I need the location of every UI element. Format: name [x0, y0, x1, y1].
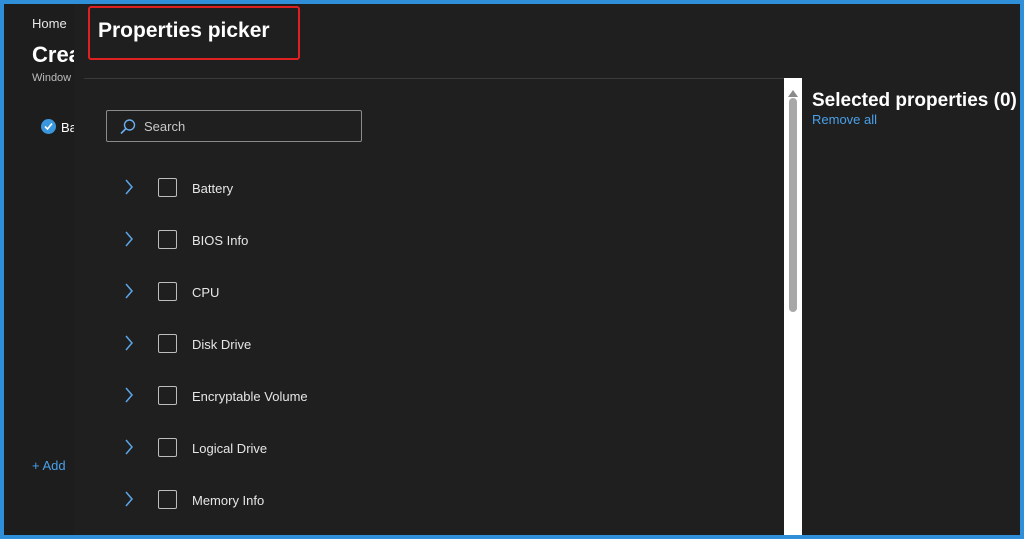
list-item-label: Battery	[192, 181, 234, 196]
checkbox[interactable]	[158, 178, 177, 197]
chevron-right-icon[interactable]	[124, 231, 134, 252]
selected-properties-title: Selected properties (0)	[812, 90, 1017, 111]
list-item[interactable]: Battery	[124, 162, 524, 214]
chevron-right-icon[interactable]	[124, 439, 134, 460]
list-item[interactable]: BIOS Info	[124, 214, 524, 266]
list-item[interactable]: Logical Drive	[124, 422, 524, 474]
breadcrumb-home[interactable]: Home	[32, 16, 67, 31]
checkbox[interactable]	[158, 490, 177, 509]
list-item[interactable]: Disk Drive	[124, 318, 524, 370]
list-item-label: BIOS Info	[192, 233, 249, 248]
chevron-right-icon[interactable]	[124, 387, 134, 408]
page-subtitle: Window	[32, 72, 72, 84]
checkbox[interactable]	[158, 334, 177, 353]
property-list: Battery BIOS Info CPU Disk Drive Encrypt…	[124, 162, 524, 526]
chevron-right-icon[interactable]	[124, 179, 134, 200]
window-frame: Home Crea Window Ba + Add Properties pic…	[0, 0, 1024, 539]
list-item[interactable]: Memory Info	[124, 474, 524, 526]
checkbox[interactable]	[158, 230, 177, 249]
chevron-right-icon[interactable]	[124, 335, 134, 356]
chevron-right-icon[interactable]	[124, 283, 134, 304]
search-placeholder: Search	[144, 119, 186, 134]
list-item-label: Encryptable Volume	[192, 389, 308, 404]
scrollbar[interactable]	[784, 78, 802, 535]
list-item-label: Disk Drive	[192, 337, 252, 352]
list-item[interactable]: Encryptable Volume	[124, 370, 524, 422]
checkbox[interactable]	[158, 438, 177, 457]
checkmark-icon	[41, 119, 56, 134]
checkbox[interactable]	[158, 282, 177, 301]
checkbox[interactable]	[158, 386, 177, 405]
add-link[interactable]: + Add	[32, 458, 66, 473]
blade-title: Properties picker	[98, 19, 270, 42]
title-highlight-box: Properties picker	[88, 6, 300, 60]
list-item-label: Logical Drive	[192, 441, 268, 456]
list-item-label: CPU	[192, 285, 220, 300]
list-item[interactable]: CPU	[124, 266, 524, 318]
search-icon	[119, 118, 137, 141]
triangle-down-icon[interactable]	[788, 530, 798, 535]
scrollbar-thumb[interactable]	[789, 98, 797, 312]
list-item-label: Memory Info	[192, 493, 265, 508]
selected-properties-panel: Selected properties (0) Remove all	[784, 78, 1020, 535]
remove-all-link[interactable]: Remove all	[812, 112, 877, 127]
chevron-right-icon[interactable]	[124, 491, 134, 512]
search-input[interactable]: Search	[106, 110, 362, 142]
properties-picker-blade: Properties picker Search Battery BIOS In…	[74, 4, 1020, 535]
